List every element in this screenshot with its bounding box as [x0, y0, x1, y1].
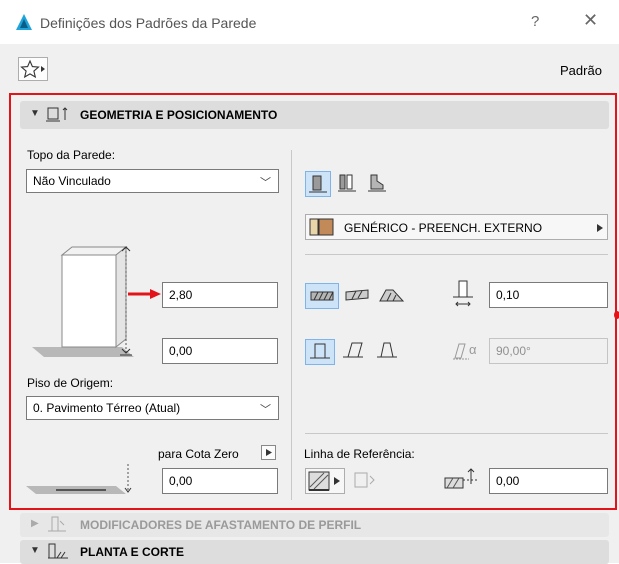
material-swatch-icon: [309, 218, 334, 236]
slanted-geometry-button[interactable]: [339, 339, 369, 365]
hatched-fill-icon: [310, 291, 334, 301]
building-material-name: GENÉRICO - PREENCH. EXTERNO: [344, 221, 543, 235]
reference-line-label: Linha de Referência:: [304, 447, 415, 461]
archicad-app-icon: [16, 14, 32, 30]
window-title: Definições dos Padrões da Parede: [40, 15, 257, 31]
close-button[interactable]: ✕: [583, 10, 598, 31]
wall-top-value: Não Vinculado: [33, 174, 111, 188]
straight-wall-icon: [309, 175, 327, 193]
wall-top-select[interactable]: Não Vinculado ﹀: [26, 169, 279, 193]
triangle-right-icon: [597, 224, 603, 232]
expand-arrow-icon: ▼: [30, 108, 40, 119]
straight-geometry-icon: [310, 343, 330, 359]
wall-bottom-offset-input[interactable]: 0,00: [162, 338, 278, 364]
expand-arrow-icon: ▼: [30, 545, 40, 556]
slant-angle-icon: [453, 343, 469, 360]
to-zero-label: para Cota Zero: [158, 447, 239, 461]
wall-thickness-input[interactable]: 0,10: [489, 282, 608, 308]
straight-geometry-button[interactable]: [305, 339, 335, 365]
slant-angle-input[interactable]: 90,00°: [489, 338, 608, 364]
alpha-symbol: α: [469, 342, 477, 357]
polygon-wall-icon: [368, 174, 386, 192]
default-label: Padrão: [560, 63, 602, 78]
composite-fill-icon: [345, 289, 369, 301]
double-slanted-geometry-icon: [377, 342, 397, 358]
separator: [305, 254, 608, 255]
home-story-select[interactable]: 0. Pavimento Térreo (Atual) ﹀: [26, 396, 279, 420]
reference-offset-value: 0,00: [496, 474, 520, 488]
slant-angle-value: 90,00°: [496, 344, 531, 358]
wall-height-diagram-icon: [32, 245, 134, 357]
reference-offset-input[interactable]: 0,00: [489, 468, 608, 494]
collapsed-arrow-icon: ▶: [31, 518, 39, 529]
slanted-geometry-icon: [343, 342, 363, 358]
polygon-wall-button[interactable]: [365, 171, 391, 197]
flip-reference-line-button[interactable]: [352, 468, 380, 494]
double-slanted-geometry-button[interactable]: [373, 339, 403, 365]
zero-level-diagram-icon: [26, 464, 132, 494]
home-story-label: Piso de Origem:: [27, 376, 114, 390]
building-material-selector[interactable]: GENÉRICO - PREENCH. EXTERNO: [305, 214, 608, 240]
home-story-value: 0. Pavimento Térreo (Atual): [33, 401, 181, 415]
straight-wall-button[interactable]: [305, 171, 331, 197]
geometry-icon: [46, 107, 68, 122]
profile-fill-button[interactable]: [377, 283, 407, 309]
red-marker-dot: [614, 311, 619, 319]
basic-fill-button[interactable]: [305, 283, 339, 309]
geometry-panel-title: GEOMETRIA E POSICIONAMENTO: [80, 108, 278, 122]
profile-modifier-icon: [48, 516, 66, 532]
chevron-down-icon: ﹀: [260, 404, 271, 416]
reference-offset-icon: [444, 468, 479, 489]
profile-modifiers-title: MODIFICADORES DE AFASTAMENTO DE PERFIL: [80, 518, 362, 532]
triangle-right-icon: [266, 449, 272, 456]
red-arrow-icon: [128, 289, 161, 299]
wall-height-input[interactable]: 2,80: [162, 282, 278, 308]
reference-line-location-button[interactable]: [305, 468, 345, 494]
composite-fill-button[interactable]: [343, 283, 373, 309]
help-button[interactable]: ?: [531, 13, 539, 30]
profile-fill-icon: [379, 289, 405, 302]
to-zero-dropdown-button[interactable]: [261, 445, 276, 460]
separator: [305, 433, 608, 434]
floor-plan-section-title: PLANTA E CORTE: [80, 545, 184, 559]
trapezoid-wall-button[interactable]: [335, 171, 361, 197]
chevron-down-icon: ﹀: [260, 177, 271, 189]
flip-direction-icon: [354, 472, 375, 488]
column-divider: [291, 150, 292, 500]
star-icon: [20, 59, 45, 79]
wall-thickness-value: 0,10: [496, 288, 520, 302]
zero-elevation-value: 0,00: [169, 474, 193, 488]
wall-thickness-icon: [453, 280, 473, 307]
wall-height-value: 2,80: [169, 288, 193, 302]
trapezoid-wall-icon: [338, 174, 356, 192]
wall-top-label: Topo da Parede:: [27, 148, 116, 162]
reference-line-icon: [308, 471, 340, 491]
favorites-button[interactable]: [18, 57, 48, 81]
zero-elevation-input[interactable]: 0,00: [162, 468, 278, 494]
floor-plan-icon: [48, 543, 68, 559]
wall-bottom-offset-value: 0,00: [169, 344, 193, 358]
